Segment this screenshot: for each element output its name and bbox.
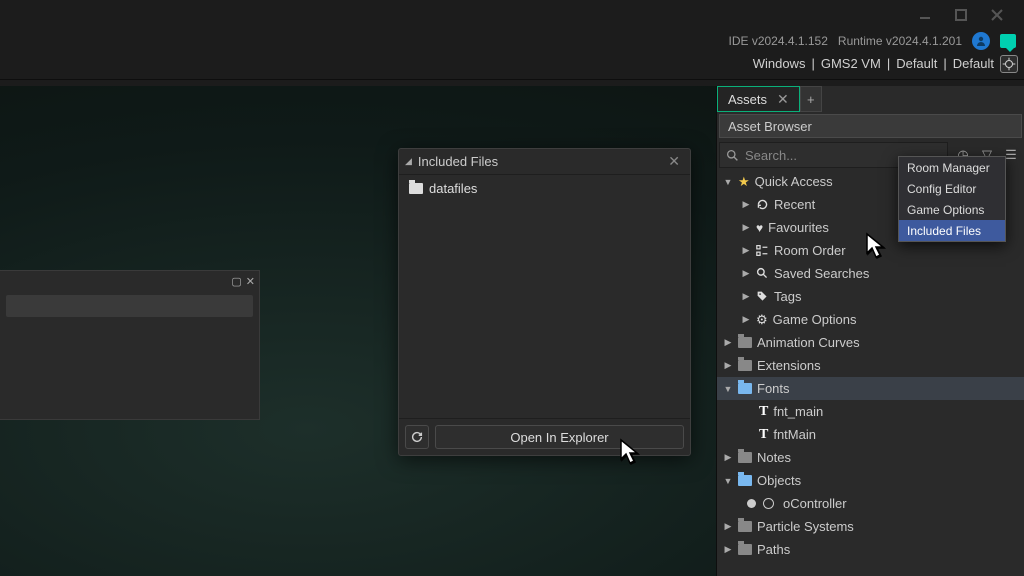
extensions-row[interactable]: ▶Extensions — [717, 354, 1024, 377]
titlebar — [0, 0, 1024, 30]
maximize-button[interactable] — [952, 6, 970, 24]
folder-icon — [738, 452, 752, 463]
close-icon[interactable]: ✕ — [664, 153, 684, 170]
folder-icon — [738, 337, 752, 348]
profile-icon[interactable] — [972, 32, 990, 50]
config-toolbar: Windows| GMS2 VM| Default| Default — [0, 52, 1024, 80]
folder-open-icon — [738, 475, 752, 486]
tag-icon — [756, 290, 769, 303]
heart-icon: ♥ — [756, 221, 763, 235]
folder-label: datafiles — [429, 181, 477, 196]
menu-room-manager[interactable]: Room Manager — [899, 157, 1005, 178]
close-button[interactable] — [988, 6, 1006, 24]
runtime-version: Runtime v2024.4.1.201 — [838, 34, 962, 48]
collapse-icon[interactable]: ◢ — [405, 156, 412, 167]
tab-add-button[interactable]: + — [800, 86, 822, 112]
particles-row[interactable]: ▶Particle Systems — [717, 515, 1024, 538]
saved-searches-row[interactable]: ▶Saved Searches — [717, 262, 1024, 285]
folder-icon — [738, 544, 752, 555]
tab-assets[interactable]: Assets ✕ — [717, 86, 800, 112]
included-title: Included Files — [418, 154, 498, 169]
open-in-explorer-button[interactable]: Open In Explorer — [435, 425, 684, 449]
object-item[interactable]: oController — [717, 492, 1024, 515]
refresh-button[interactable] — [405, 425, 429, 449]
tab-label: Assets — [728, 92, 767, 107]
folder-icon — [738, 521, 752, 532]
font-item[interactable]: Tfnt_main — [717, 400, 1024, 423]
tool-config2[interactable]: Default — [953, 56, 994, 71]
animation-curves-row[interactable]: ▶Animation Curves — [717, 331, 1024, 354]
target-icon[interactable] — [1000, 55, 1018, 73]
room-order-icon — [756, 244, 769, 257]
tool-config1[interactable]: Default — [896, 56, 937, 71]
paths-row[interactable]: ▶Paths — [717, 538, 1024, 561]
context-menu: Room Manager Config Editor Game Options … — [898, 156, 1006, 242]
left-panel-field[interactable] — [6, 295, 253, 317]
menu-included-files[interactable]: Included Files — [899, 220, 1005, 241]
font-icon: T — [759, 427, 768, 443]
search-placeholder: Search... — [745, 148, 797, 163]
gear-icon: ⚙ — [756, 312, 768, 328]
ide-version: IDE v2024.4.1.152 — [729, 34, 828, 48]
left-restore-icon[interactable]: ▢ — [231, 275, 241, 288]
history-icon — [756, 198, 769, 211]
included-files-window: ◢ Included Files ✕ datafiles Open In Exp… — [398, 148, 691, 456]
notes-row[interactable]: ▶Notes — [717, 446, 1024, 469]
bullet-icon — [747, 499, 756, 508]
objects-row[interactable]: ▼Objects — [717, 469, 1024, 492]
tool-windows[interactable]: Windows — [753, 56, 806, 71]
font-icon: T — [759, 404, 768, 420]
cursor-icon — [864, 232, 892, 265]
datafiles-row[interactable]: datafiles — [409, 181, 680, 196]
feedback-icon[interactable] — [1000, 34, 1016, 48]
fonts-row[interactable]: ▼Fonts — [717, 377, 1024, 400]
tags-row[interactable]: ▶Tags — [717, 285, 1024, 308]
game-options-row[interactable]: ▶⚙Game Options — [717, 308, 1024, 331]
folder-icon — [738, 360, 752, 371]
object-icon — [763, 498, 774, 509]
menu-config-editor[interactable]: Config Editor — [899, 178, 1005, 199]
tool-runtime[interactable]: GMS2 VM — [821, 56, 881, 71]
folder-icon — [409, 183, 423, 194]
tab-close-icon[interactable]: ✕ — [777, 91, 789, 108]
font-item[interactable]: TfntMain — [717, 423, 1024, 446]
left-dock-panel: ▢ ✕ — [0, 270, 260, 420]
left-close-icon[interactable]: ✕ — [246, 275, 255, 288]
menu-game-options[interactable]: Game Options — [899, 199, 1005, 220]
search-icon — [756, 267, 769, 280]
version-bar: IDE v2024.4.1.152 Runtime v2024.4.1.201 — [0, 30, 1024, 52]
search-icon — [726, 149, 739, 162]
star-icon: ★ — [738, 174, 750, 190]
folder-open-icon — [738, 383, 752, 394]
cursor-icon — [618, 438, 646, 471]
panel-title: Asset Browser — [719, 114, 1022, 138]
minimize-button[interactable] — [916, 6, 934, 24]
